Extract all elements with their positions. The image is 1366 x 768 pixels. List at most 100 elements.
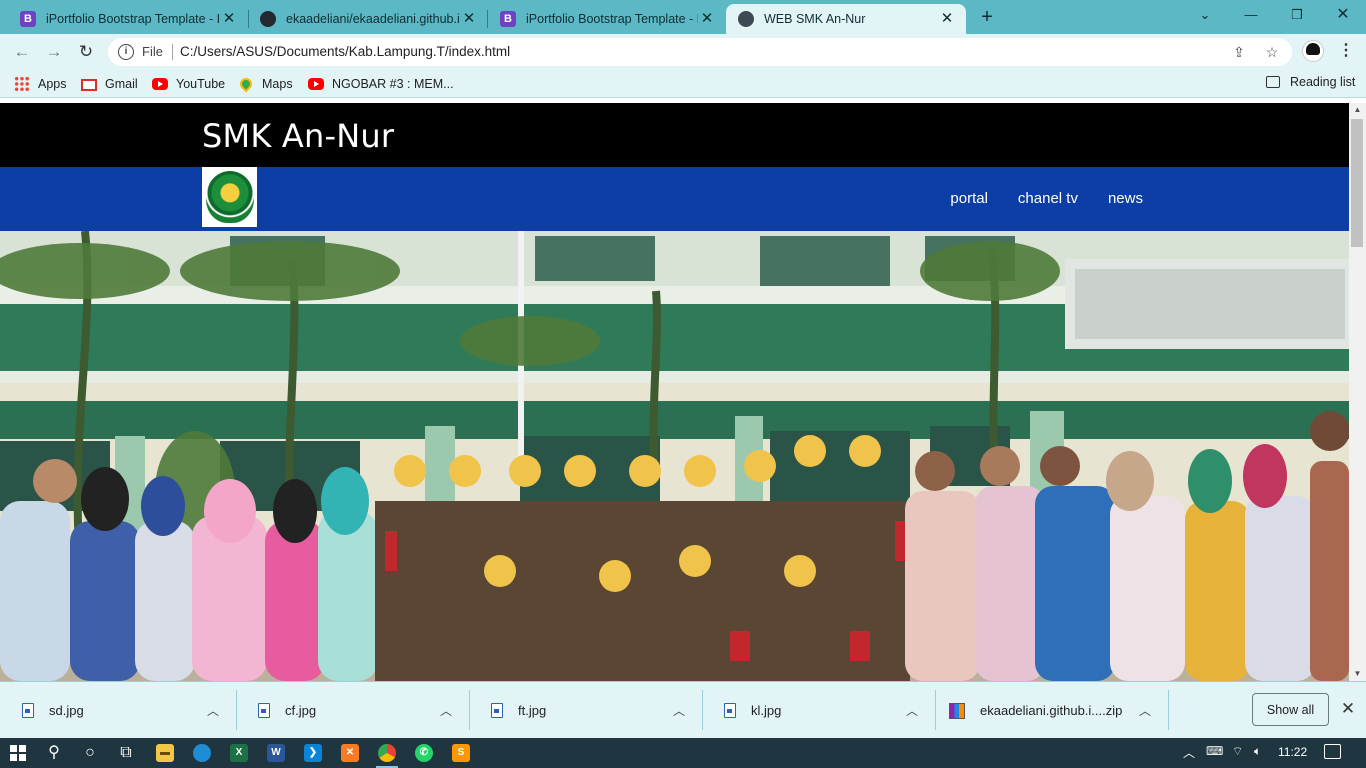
bootstrap-icon: B <box>500 11 516 27</box>
close-icon[interactable]: ✕ <box>938 10 956 28</box>
divider <box>1168 690 1169 730</box>
nav-link-portal[interactable]: portal <box>950 190 988 207</box>
download-filename: kl.jpg <box>751 703 782 718</box>
scrollbar-thumb[interactable] <box>1351 119 1363 247</box>
globe-icon <box>738 11 754 27</box>
edge-icon[interactable] <box>191 742 213 764</box>
word-icon[interactable]: W <box>265 742 287 764</box>
forward-arrow-icon[interactable]: → <box>43 41 65 63</box>
scroll-down-arrow-icon[interactable]: ▼ <box>1349 667 1366 681</box>
chevron-up-icon[interactable]: ︿ <box>671 702 687 719</box>
profile-avatar[interactable] <box>1302 40 1324 62</box>
image-file-icon <box>724 703 736 718</box>
xampp-icon[interactable]: ✕ <box>339 742 361 764</box>
download-filename: ekaadeliani.github.i....zip <box>980 703 1123 718</box>
page-scrollbar[interactable]: ▲ ▼ <box>1349 103 1366 681</box>
youtube-icon <box>308 78 324 90</box>
scheme-label: File <box>142 44 163 59</box>
download-item[interactable]: ekaadeliani.github.i....zip ︿ <box>935 682 1168 739</box>
address-bar[interactable]: i File C:/Users/ASUS/Documents/Kab.Lampu… <box>108 38 1292 66</box>
bookmark-gmail[interactable]: Gmail <box>81 75 138 93</box>
download-item[interactable]: sd.jpg ︿ <box>0 682 236 739</box>
bookmark-label: NGOBAR #3 : MEM... <box>332 77 454 91</box>
image-file-icon <box>491 703 503 718</box>
site-navbar: portal chanel tv news <box>0 167 1349 231</box>
site-header: SMK An-Nur <box>0 103 1349 167</box>
school-logo[interactable] <box>202 167 257 227</box>
file-explorer-icon[interactable]: ▬ <box>154 742 176 764</box>
close-icon[interactable]: ✕ <box>698 10 716 28</box>
maximize-button[interactable]: ❐ <box>1274 0 1320 30</box>
tab-iportfolio-2[interactable]: B iPortfolio Bootstrap Template - In ✕ <box>488 4 726 34</box>
input-method-icon[interactable]: ⌨ <box>1206 744 1223 758</box>
hero-photo <box>0 231 1349 681</box>
excel-icon[interactable]: X <box>228 742 250 764</box>
reading-list-label: Reading list <box>1290 75 1356 89</box>
vscode-icon[interactable]: ❯ <box>302 742 324 764</box>
notification-icon[interactable] <box>1324 744 1341 759</box>
info-icon[interactable]: i <box>118 44 134 60</box>
tab-title: iPortfolio Bootstrap Template - In <box>526 12 698 26</box>
show-hidden-icons-chevron-icon[interactable]: ︿ <box>1183 744 1195 761</box>
browser-toolbar: ← → ↻ i File C:/Users/ASUS/Documents/Kab… <box>0 34 1366 70</box>
close-icon[interactable]: ✕ <box>1338 699 1358 719</box>
close-icon[interactable]: ✕ <box>460 10 478 28</box>
download-shelf: sd.jpg ︿ cf.jpg ︿ ft.jpg ︿ kl.jpg ︿ ekaa… <box>0 681 1366 738</box>
maps-pin-icon <box>237 75 255 93</box>
search-icon[interactable]: ⚲ <box>43 742 65 764</box>
task-view-icon[interactable]: ⧉ <box>115 742 137 764</box>
page-viewport: SMK An-Nur portal chanel tv news <box>0 103 1349 681</box>
bookmark-ngobar[interactable]: NGOBAR #3 : MEM... <box>308 75 454 93</box>
chevron-up-icon[interactable]: ︿ <box>1137 702 1153 719</box>
tab-github[interactable]: ekaadeliani/ekaadeliani.github.io ✕ <box>248 4 488 34</box>
back-arrow-icon[interactable]: ← <box>11 41 33 63</box>
system-clock[interactable]: 11:22 <box>1278 745 1307 759</box>
bookmark-apps[interactable]: Apps <box>14 75 67 93</box>
url-text[interactable]: C:/Users/ASUS/Documents/Kab.Lampung.T/in… <box>180 44 510 59</box>
start-icon[interactable] <box>7 742 29 764</box>
tab-web-smk-an-nur[interactable]: WEB SMK An-Nur ✕ <box>726 4 966 34</box>
tab-iportfolio-1[interactable]: B iPortfolio Bootstrap Template - In ✕ <box>8 4 248 34</box>
image-file-icon <box>258 703 270 718</box>
download-item[interactable]: cf.jpg ︿ <box>236 682 469 739</box>
bookmark-youtube[interactable]: YouTube <box>152 75 225 93</box>
chevron-up-icon[interactable]: ︿ <box>904 702 920 719</box>
sublime-icon[interactable]: S <box>450 742 472 764</box>
reload-icon[interactable]: ↻ <box>75 41 97 63</box>
bookmark-maps[interactable]: Maps <box>237 75 293 93</box>
nav-link-news[interactable]: news <box>1108 190 1143 207</box>
whatsapp-icon[interactable]: ✆ <box>413 742 435 764</box>
nav-links: portal chanel tv news <box>950 190 1143 207</box>
github-icon <box>260 11 276 27</box>
window-close-button[interactable]: ✕ <box>1320 0 1366 30</box>
zip-archive-icon <box>949 702 965 719</box>
download-item[interactable]: kl.jpg ︿ <box>702 682 935 739</box>
show-all-button[interactable]: Show all <box>1252 693 1329 726</box>
chevron-up-icon[interactable]: ︿ <box>205 702 221 719</box>
download-item[interactable]: ft.jpg ︿ <box>469 682 702 739</box>
reading-list-button[interactable]: Reading list <box>1266 75 1355 89</box>
bookmark-label: YouTube <box>176 77 226 91</box>
close-icon[interactable]: ✕ <box>220 10 238 28</box>
bookmark-star-icon[interactable]: ☆ <box>1263 44 1281 62</box>
bootstrap-icon: B <box>20 11 36 27</box>
tab-title: iPortfolio Bootstrap Template - In <box>46 12 220 26</box>
tab-search-chevron-icon[interactable]: ⌄ <box>1182 0 1228 30</box>
share-icon[interactable]: ⇪ <box>1230 44 1248 62</box>
bookmark-label: Gmail <box>105 77 138 91</box>
school-emblem-icon <box>205 171 254 223</box>
chrome-icon[interactable] <box>376 742 398 768</box>
youtube-icon <box>152 78 168 90</box>
minimize-button[interactable]: — <box>1228 0 1274 30</box>
volume-icon[interactable]: 🔈︎ <box>1254 744 1261 759</box>
wifi-icon[interactable]: ⌔ <box>1232 744 1243 759</box>
new-tab-button[interactable]: + <box>976 6 998 28</box>
cortana-icon[interactable]: ○ <box>79 742 101 764</box>
tab-strip: B iPortfolio Bootstrap Template - In ✕ e… <box>0 0 1366 34</box>
bookmark-label: Apps <box>38 77 67 91</box>
download-filename: ft.jpg <box>518 703 547 718</box>
scroll-up-arrow-icon[interactable]: ▲ <box>1349 103 1366 117</box>
menu-kebab-icon[interactable]: ⋮ <box>1338 41 1354 61</box>
chevron-up-icon[interactable]: ︿ <box>438 702 454 719</box>
nav-link-chanel-tv[interactable]: chanel tv <box>1018 190 1078 207</box>
